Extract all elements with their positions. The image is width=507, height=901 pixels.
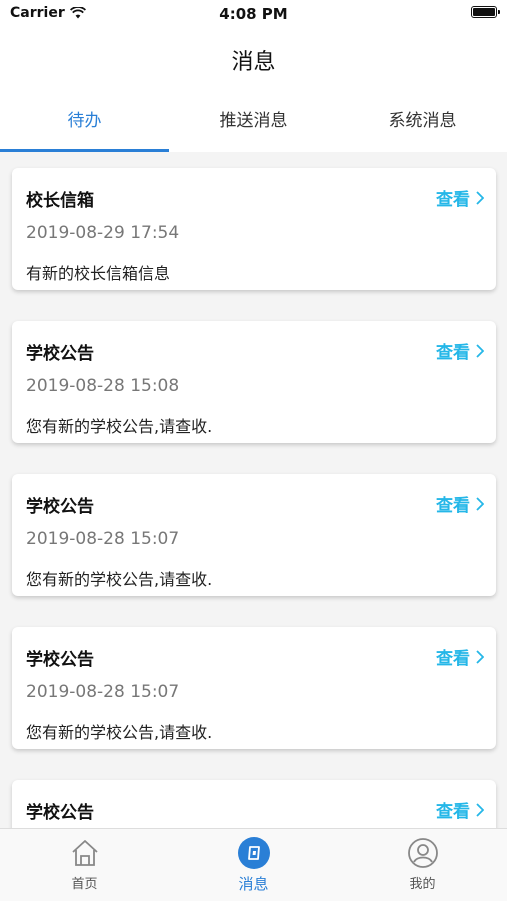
bottom-tab-bar: 首页 消息 我的 (0, 828, 507, 901)
message-icon (237, 837, 270, 869)
status-bar: Carrier 4:08 PM (0, 0, 507, 28)
tab-system-messages[interactable]: 系统消息 (338, 90, 507, 152)
list-item[interactable]: 学校公告 查看 2019-08-28 15:08 您有新的学校公告,请查收. (12, 321, 496, 443)
card-description: 您有新的学校公告,请查收. (26, 723, 213, 742)
view-button[interactable]: 查看 (436, 185, 484, 210)
view-button[interactable]: 查看 (436, 644, 484, 669)
card-description: 有新的校长信箱信息 (26, 264, 171, 283)
message-list[interactable]: 校长信箱 查看 2019-08-29 17:54 有新的校长信箱信息 学校公告 … (0, 152, 507, 828)
card-description: 您有新的学校公告,请查收. (26, 417, 213, 436)
card-title: 校长信箱 (26, 191, 94, 211)
card-title: 学校公告 (26, 497, 94, 517)
page-title: 消息 (231, 50, 276, 75)
tabbar-messages[interactable]: 消息 (169, 829, 338, 901)
nav-bar: 消息 (0, 28, 507, 90)
battery-icon (471, 6, 500, 18)
card-date: 2019-08-29 17:54 (26, 223, 180, 243)
list-item[interactable]: 学校公告 查看 2019-08-28 15:07 您有新的学校公告,请查收. (12, 627, 496, 749)
tabbar-home[interactable]: 首页 (0, 829, 169, 901)
list-item[interactable]: 校长信箱 查看 2019-08-29 17:54 有新的校长信箱信息 (12, 168, 496, 290)
chevron-right-icon (476, 649, 484, 664)
view-label: 查看 (436, 190, 470, 210)
view-button[interactable]: 查看 (436, 338, 484, 363)
chevron-right-icon (476, 190, 484, 205)
chevron-right-icon (476, 802, 484, 817)
card-title: 学校公告 (26, 344, 94, 364)
tabbar-profile-label: 我的 (409, 877, 436, 892)
chevron-right-icon (476, 496, 484, 511)
view-label: 查看 (436, 802, 470, 822)
card-date: 2019-08-28 15:07 (26, 529, 180, 549)
card-title: 学校公告 (26, 803, 94, 823)
view-label: 查看 (436, 649, 470, 669)
view-button[interactable]: 查看 (436, 491, 484, 516)
tabbar-profile[interactable]: 我的 (338, 829, 507, 901)
view-label: 查看 (436, 496, 470, 516)
list-item[interactable]: 学校公告 查看 (12, 780, 496, 828)
view-button[interactable]: 查看 (436, 797, 484, 822)
list-item[interactable]: 学校公告 查看 2019-08-28 15:07 您有新的学校公告,请查收. (12, 474, 496, 596)
tab-bar: 待办 推送消息 系统消息 (0, 90, 507, 152)
view-label: 查看 (436, 343, 470, 363)
tab-todo[interactable]: 待办 (0, 90, 169, 152)
profile-icon (407, 838, 438, 868)
card-description: 您有新的学校公告,请查收. (26, 570, 213, 589)
tab-push-messages[interactable]: 推送消息 (169, 90, 338, 152)
status-time: 4:08 PM (219, 5, 288, 23)
chevron-right-icon (476, 343, 484, 358)
card-title: 学校公告 (26, 650, 94, 670)
tabbar-home-label: 首页 (71, 877, 98, 892)
card-date: 2019-08-28 15:07 (26, 682, 180, 702)
home-icon (71, 840, 98, 866)
card-date: 2019-08-28 15:08 (26, 376, 180, 396)
tabbar-messages-label: 消息 (238, 875, 269, 893)
